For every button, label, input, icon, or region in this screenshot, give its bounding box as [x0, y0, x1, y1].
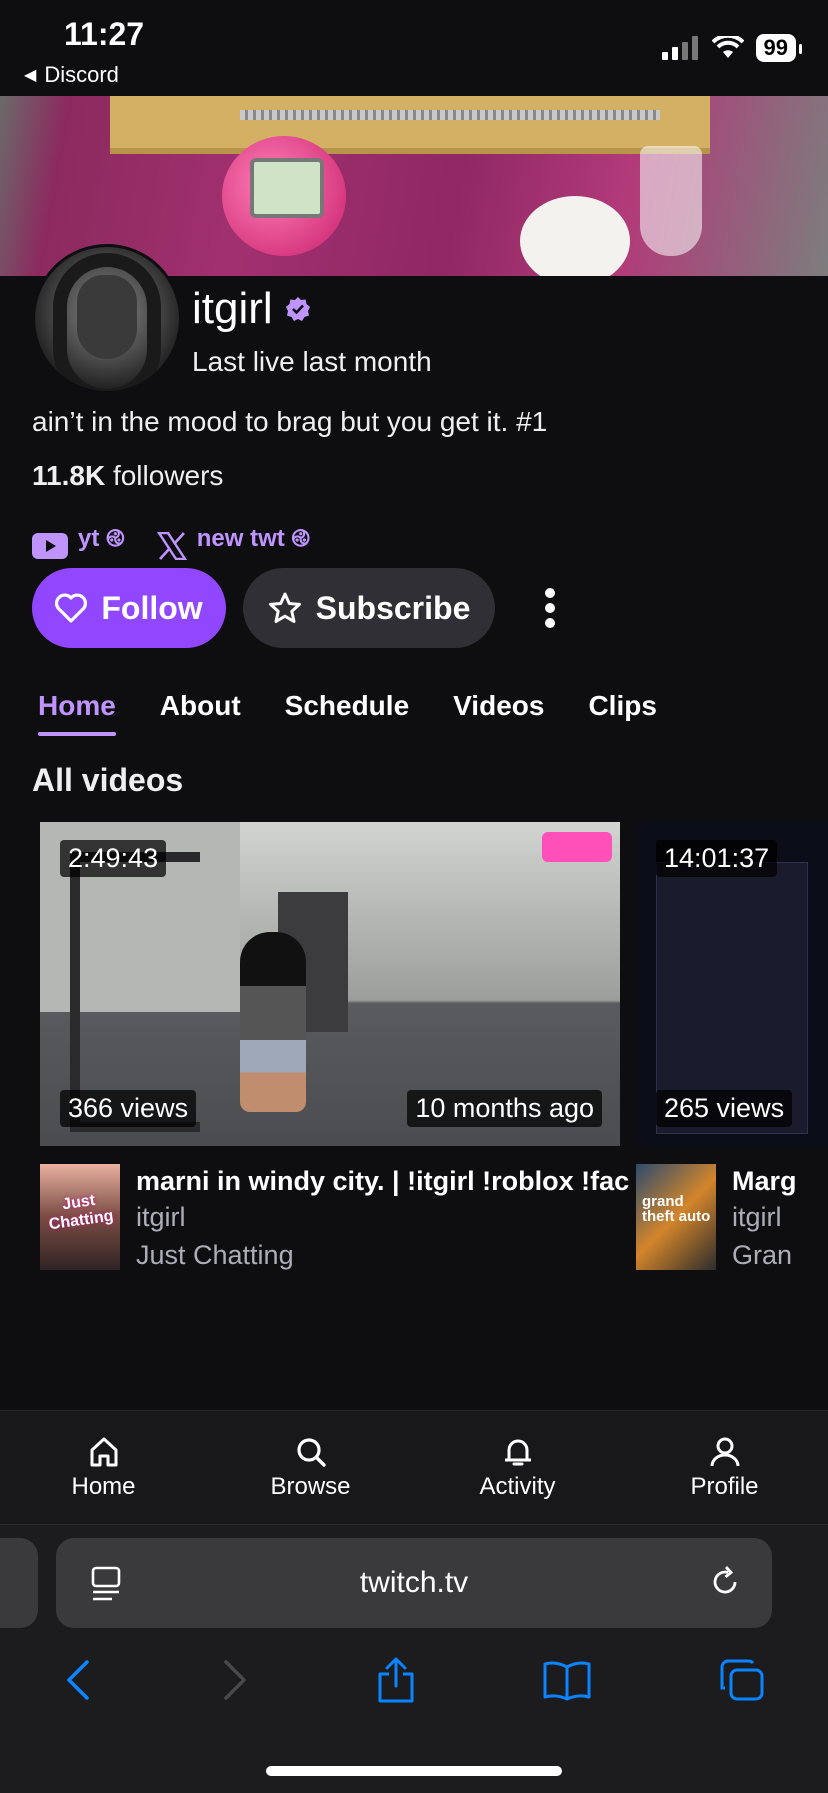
back-icon[interactable]	[63, 1658, 93, 1702]
nav-activity[interactable]: Activity	[414, 1411, 621, 1525]
tabs-icon[interactable]	[719, 1658, 765, 1702]
category-art[interactable]: grand theft auto	[636, 1164, 716, 1270]
video-title[interactable]: Marg	[732, 1166, 828, 1197]
duration-badge: 2:49:43	[60, 840, 167, 877]
duration-badge: 14:01:37	[656, 840, 778, 877]
address-bar[interactable]: twitch.tv	[56, 1538, 772, 1628]
last-live-text: Last live last month	[192, 346, 432, 377]
channel-name-row: itgirl	[192, 284, 311, 334]
nav-browse-label: Browse	[270, 1473, 351, 1500]
followers-number: 11.8K	[32, 460, 106, 491]
battery-icon: 99	[755, 34, 803, 62]
star-icon	[268, 592, 301, 623]
tab-videos[interactable]: Videos	[453, 690, 544, 736]
video-channel[interactable]: itgirl	[136, 1202, 186, 1233]
more-vertical-icon	[545, 588, 555, 628]
share-icon[interactable]	[376, 1656, 416, 1704]
video-channel[interactable]: itgirl	[732, 1202, 828, 1233]
back-to-app-button[interactable]: ◀ Discord	[24, 62, 119, 88]
search-icon	[296, 1438, 326, 1467]
profile-icon	[710, 1437, 739, 1467]
follow-button[interactable]: Follow	[32, 568, 226, 648]
status-indicators: 99	[661, 34, 803, 62]
avatar[interactable]	[32, 244, 182, 394]
forward-icon[interactable]	[220, 1658, 250, 1702]
bookmarks-icon[interactable]	[542, 1659, 592, 1701]
browser-toolbar	[0, 1650, 828, 1710]
tab-schedule[interactable]: Schedule	[285, 690, 409, 736]
followers-label: followers	[112, 460, 224, 491]
subscribe-label: Subscribe	[315, 589, 471, 626]
reload-icon[interactable]	[708, 1564, 742, 1600]
tab-about[interactable]: About	[160, 690, 241, 736]
video-category[interactable]: Gran	[732, 1240, 828, 1271]
more-options-button[interactable]	[530, 568, 570, 648]
cellular-signal-icon	[661, 36, 698, 60]
nav-browse[interactable]: Browse	[207, 1411, 414, 1525]
home-indicator	[266, 1766, 562, 1776]
video-thumbnail[interactable]: 2:49:43 366 views 10 months ago	[40, 822, 620, 1146]
youtube-icon	[32, 532, 68, 559]
bottom-navigation: Home Browse Activity Profile	[0, 1410, 828, 1525]
video-title[interactable]: marni in windy city. | !itgirl !roblox !…	[136, 1166, 630, 1197]
url-text: twitch.tv	[359, 1566, 469, 1599]
subscribe-button[interactable]: Subscribe	[243, 568, 495, 648]
views-badge: 265 views	[656, 1090, 793, 1127]
channel-tabs: Home About Schedule Videos Clips	[38, 690, 657, 736]
channel-name: itgirl	[192, 284, 273, 333]
age-badge: 10 months ago	[407, 1090, 602, 1127]
tab-home[interactable]: Home	[38, 690, 116, 736]
video-category[interactable]: Just Chatting	[136, 1240, 294, 1271]
back-app-label: Discord	[44, 62, 119, 87]
previous-tab-peek[interactable]	[0, 1538, 38, 1628]
follower-count: 11.8K followers	[32, 460, 223, 492]
nav-home-label: Home	[71, 1473, 136, 1500]
views-badge: 366 views	[60, 1090, 197, 1127]
status-time: 11:27	[64, 16, 145, 52]
nav-profile-label: Profile	[690, 1473, 759, 1500]
back-triangle-icon: ◀	[24, 67, 37, 84]
bell-icon	[504, 1439, 531, 1466]
tab-clips[interactable]: Clips	[588, 690, 656, 736]
follow-label: Follow	[101, 589, 203, 626]
nav-activity-label: Activity	[479, 1473, 556, 1500]
nav-home[interactable]: Home	[0, 1411, 207, 1525]
channel-bio: ain’t in the mood to brag but you get it…	[32, 406, 548, 437]
nav-profile[interactable]: Profile	[621, 1411, 828, 1525]
page-menu-icon[interactable]	[90, 1566, 124, 1602]
verified-badge-icon	[285, 297, 310, 321]
x-icon	[156, 531, 187, 560]
category-art-text: grand theft auto	[642, 1193, 711, 1225]
section-title: All videos	[32, 762, 184, 798]
category-art-text: Just Chatting	[47, 1191, 115, 1234]
video-thumbnail[interactable]: 14:01:37 265 views	[636, 822, 828, 1146]
category-art[interactable]: Just Chatting	[40, 1164, 120, 1270]
wifi-icon	[711, 36, 744, 58]
home-icon	[90, 1437, 117, 1467]
heart-icon	[55, 593, 88, 623]
